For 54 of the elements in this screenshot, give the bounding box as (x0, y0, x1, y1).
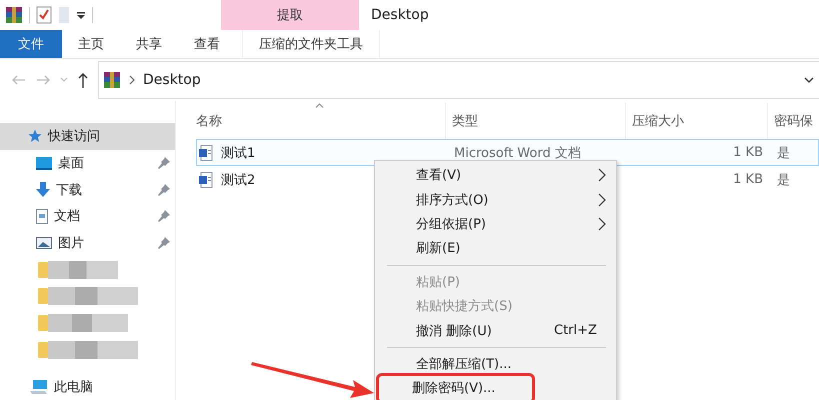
sidebar-item[interactable]: 下载 (0, 176, 175, 204)
sidebar-item[interactable]: 桌面 (0, 150, 175, 176)
sidebar-item[interactable]: 此电脑 (0, 373, 175, 400)
archive-icon (103, 71, 121, 89)
shortcut-label: Ctrl+Z (554, 323, 597, 338)
star-icon (28, 129, 42, 144)
ribbon-tab[interactable]: 主页 (62, 30, 120, 58)
chevron-down-icon[interactable] (804, 76, 814, 84)
download-arrow-icon (36, 182, 50, 198)
sort-caret-icon (315, 103, 324, 108)
menu-item[interactable]: 排序方式(O) (379, 187, 612, 212)
chevron-right-icon (129, 75, 135, 85)
file-row[interactable]: 测试1 Microsoft Word 文档 1 KB 是 (196, 139, 819, 166)
monitor-icon (36, 156, 52, 170)
document-icon (36, 208, 48, 224)
address-bar[interactable]: Desktop (98, 61, 819, 99)
column-header[interactable]: 密码保 (768, 103, 819, 139)
table-cell-text: 是 (777, 172, 790, 188)
image-icon (36, 237, 52, 250)
table-cell: 1 KB (733, 172, 763, 187)
pin-icon[interactable] (158, 210, 170, 222)
dropdown-icon[interactable] (76, 10, 86, 20)
file-name: 测试1 (221, 144, 256, 162)
up-arrow-icon[interactable] (78, 72, 88, 88)
pin-icon[interactable] (158, 184, 170, 196)
word-document-icon (199, 172, 213, 188)
contextual-tab-header: 提取 (221, 0, 359, 30)
menu-item[interactable]: 全部解压缩(T)... (379, 352, 612, 376)
ribbon-tab[interactable]: 查看 (178, 30, 236, 58)
table-cell-text: Microsoft Word 文档 (454, 144, 581, 162)
computer-icon (30, 380, 48, 394)
checklist-icon[interactable] (36, 6, 52, 24)
menu-item[interactable]: 删除密码(V)... (379, 376, 532, 400)
forward-arrow-icon[interactable] (36, 75, 50, 85)
sidebar-item[interactable]: 图片 (0, 230, 175, 256)
menu-item[interactable]: 刷新(E) (379, 236, 612, 261)
sidebar-item[interactable]: 快速访问 (0, 123, 175, 150)
table-cell-text: 是 (777, 144, 790, 162)
redacted-block (48, 260, 118, 279)
pin-icon[interactable] (158, 157, 170, 170)
menu-item[interactable]: 撤消 删除(U) Ctrl+Z (379, 318, 612, 343)
archive-icon[interactable] (5, 6, 23, 24)
table-cell: 1 KB (733, 145, 763, 160)
pin-icon[interactable] (158, 237, 170, 250)
word-document-icon (199, 144, 213, 160)
sidebar-item[interactable]: 文档 (0, 203, 175, 230)
file-name: 测试2 (221, 172, 256, 188)
menu-item[interactable]: 查看(V) (379, 163, 612, 188)
back-arrow-icon[interactable] (12, 75, 26, 85)
menu-item[interactable]: 分组依据(P) (379, 212, 612, 236)
file-tab[interactable]: 文件 (0, 30, 62, 58)
ribbon-tab[interactable]: 共享 (120, 30, 178, 58)
ribbon-tab[interactable]: 压缩的文件夹工具 (242, 30, 380, 58)
window-title: Desktop (371, 7, 429, 23)
